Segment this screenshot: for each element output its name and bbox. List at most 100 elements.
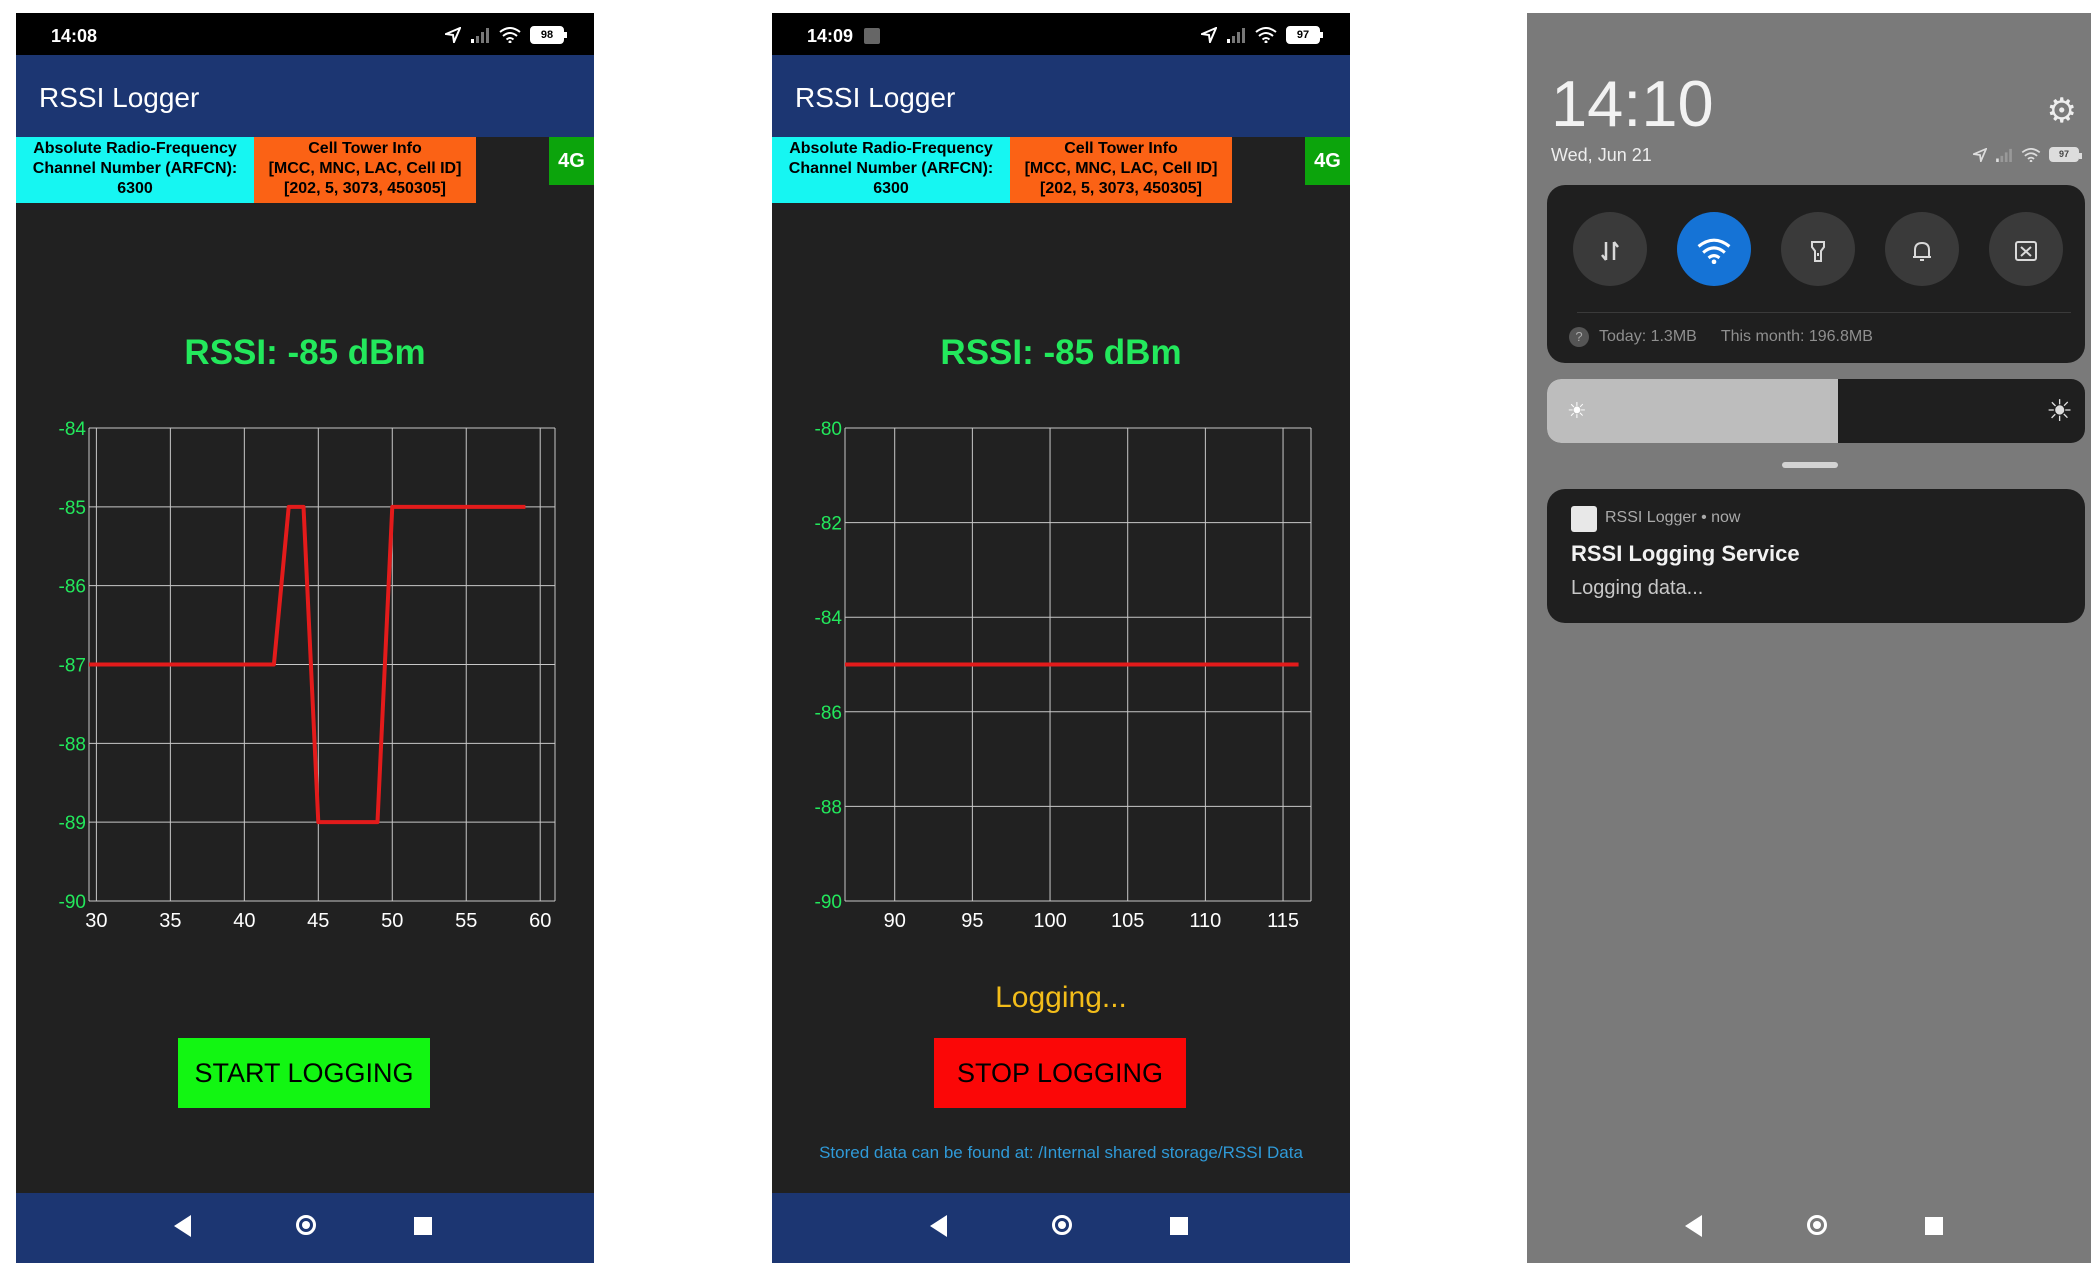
- notification-icon: [864, 28, 880, 44]
- x-tick-label: 115: [1267, 910, 1299, 932]
- wifi-icon: [2021, 147, 2041, 162]
- x-tick-label: 105: [1111, 910, 1144, 932]
- home-icon[interactable]: [1052, 1215, 1072, 1235]
- notification-shade: 14:10 Wed, Jun 21 ⚙ 97 ? Today: 1.3MB Th…: [1527, 13, 2091, 1263]
- wifi-icon: [1697, 238, 1731, 264]
- nav-bar: [1527, 1193, 2091, 1263]
- y-tick-label: -88: [815, 797, 842, 818]
- cell-tower-info: Cell Tower Info [MCC, MNC, LAC, Cell ID]…: [1010, 137, 1232, 203]
- signal-icon: [1996, 148, 2012, 162]
- status-bar: 14:09 97: [772, 13, 1350, 55]
- rssi-chart: -80 -82 -84 -86 -88 -90 90 95 100 105 110 115: [815, 419, 1312, 932]
- shade-clock: 14:10: [1551, 67, 1714, 140]
- recents-icon[interactable]: [414, 1217, 432, 1235]
- phone-screen-idle: 14:08 98 RSSI Logger Absolute Radio-Freq…: [16, 13, 594, 1263]
- x-tick-label: 90: [884, 910, 906, 932]
- cell-value: [202, 5, 3073, 450305]: [284, 180, 446, 197]
- location-icon: [1973, 147, 1987, 162]
- y-tick-label: -86: [815, 703, 842, 724]
- quick-settings-panel: ? Today: 1.3MB This month: 196.8MB: [1547, 185, 2085, 363]
- notification-header: RSSI Logger • now: [1605, 509, 1740, 527]
- cell-label-2: [MCC, MNC, LAC, Cell ID]: [268, 160, 462, 177]
- x-tick-label: 95: [961, 910, 983, 932]
- shade-status-icons: 97: [1973, 147, 2082, 162]
- y-tick-label: -86: [59, 577, 86, 598]
- notification-title: RSSI Logging Service: [1571, 541, 1800, 566]
- help-icon: ?: [1569, 327, 1589, 347]
- app-bar: RSSI Logger: [772, 55, 1350, 137]
- phone-screen-logging: 14:09 97 RSSI Logger Absolute Radio-Freq…: [772, 13, 1350, 1263]
- x-tick-label: 50: [381, 910, 403, 932]
- start-logging-button[interactable]: START LOGGING: [178, 1038, 430, 1108]
- app-title: RSSI Logger: [39, 82, 200, 113]
- brightness-high-icon: ☀: [2046, 395, 2073, 428]
- y-tick-label: -82: [815, 514, 842, 535]
- y-tick-label: -90: [815, 892, 842, 913]
- y-tick-label: -88: [59, 734, 86, 755]
- flashlight-icon: [1811, 240, 1825, 262]
- y-tick-label: -89: [59, 813, 86, 834]
- x-tick-label: 40: [233, 910, 255, 932]
- arfcn-value: 6300: [117, 180, 153, 197]
- status-bar: 14:08 98: [16, 13, 594, 55]
- shade-date: Wed, Jun 21: [1551, 145, 1652, 165]
- wifi-icon: [1255, 27, 1277, 43]
- home-icon[interactable]: [296, 1215, 316, 1235]
- cell-label-1: Cell Tower Info: [308, 140, 422, 157]
- nav-bar: [772, 1193, 1350, 1263]
- x-tick-label: 35: [159, 910, 181, 932]
- data-usage: ? Today: 1.3MB This month: 196.8MB: [1569, 327, 1873, 347]
- divider: [1577, 312, 2071, 313]
- recents-icon[interactable]: [1170, 1217, 1188, 1235]
- brightness-slider[interactable]: ☀ ☀: [1547, 379, 2085, 443]
- back-icon[interactable]: [930, 1215, 947, 1237]
- x-tick-label: 60: [529, 910, 551, 932]
- back-icon[interactable]: [1685, 1215, 1702, 1237]
- screenshot-toggle[interactable]: [1989, 212, 2063, 286]
- network-type-badge: 4G: [549, 137, 594, 185]
- notification-age: now: [1711, 509, 1741, 526]
- flashlight-toggle[interactable]: [1781, 212, 1855, 286]
- cell-label-1: Cell Tower Info: [1064, 140, 1178, 157]
- y-tick-label: -90: [59, 892, 86, 913]
- network-type-badge: 4G: [1305, 137, 1350, 185]
- sound-toggle[interactable]: [1885, 212, 1959, 286]
- cell-value: [202, 5, 3073, 450305]: [1040, 180, 1202, 197]
- arfcn-info: Absolute Radio-Frequency Channel Number …: [16, 137, 254, 203]
- wifi-icon: [499, 27, 521, 43]
- status-time: 14:09: [807, 26, 854, 46]
- arfcn-label-2: Channel Number (ARFCN):: [788, 160, 994, 177]
- recents-icon[interactable]: [1925, 1217, 1943, 1235]
- cell-label-2: [MCC, MNC, LAC, Cell ID]: [1024, 160, 1218, 177]
- bell-icon: [1913, 241, 1931, 261]
- rssi-readout: RSSI: -85 dBm: [184, 333, 426, 372]
- y-tick-label: -84: [59, 419, 87, 440]
- cell-tower-info: Cell Tower Info [MCC, MNC, LAC, Cell ID]…: [254, 137, 476, 203]
- brightness-low-icon: ☀: [1567, 398, 1587, 423]
- wifi-toggle[interactable]: [1677, 212, 1751, 286]
- rssi-readout: RSSI: -85 dBm: [940, 333, 1182, 372]
- status-icons: 97: [1201, 25, 1323, 45]
- notification-card[interactable]: RSSI Logger • now RSSI Logging Service L…: [1547, 489, 2085, 623]
- battery-icon: 97: [2049, 147, 2082, 162]
- signal-icon: [1227, 28, 1245, 43]
- rssi-chart: -84 -85 -86 -87 -88 -89 -9030 35 40 45 50 55 60: [59, 419, 556, 932]
- screenshot-icon: [2015, 240, 2037, 261]
- battery-icon: 97: [1286, 26, 1323, 44]
- notification-app-name: RSSI Logger: [1605, 509, 1697, 526]
- brightness-level: [1547, 379, 1838, 443]
- mobile-data-toggle[interactable]: [1573, 212, 1647, 286]
- home-icon[interactable]: [1807, 1215, 1827, 1235]
- x-tick-label: 100: [1033, 910, 1066, 932]
- stop-logging-button[interactable]: STOP LOGGING: [934, 1038, 1186, 1108]
- status-icons: 98: [445, 25, 567, 45]
- arfcn-info: Absolute Radio-Frequency Channel Number …: [772, 137, 1010, 203]
- shade-drag-handle[interactable]: [1782, 462, 1838, 468]
- storage-path-note: Stored data can be found at: /Internal s…: [819, 1143, 1303, 1162]
- nav-bar: [16, 1193, 594, 1263]
- settings-gear-icon[interactable]: ⚙: [2047, 91, 2077, 131]
- app-title: RSSI Logger: [795, 82, 956, 113]
- x-tick-label: 30: [85, 910, 107, 932]
- arfcn-label-2: Channel Number (ARFCN):: [32, 160, 238, 177]
- back-icon[interactable]: [174, 1215, 191, 1237]
